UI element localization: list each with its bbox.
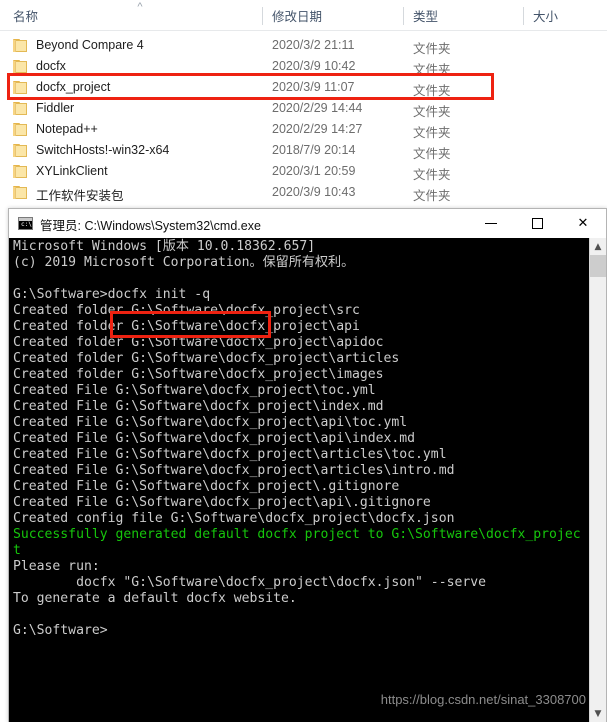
column-header-size-label: 大小 xyxy=(533,10,559,24)
minimize-button[interactable] xyxy=(468,209,514,238)
file-date: 2020/2/29 14:27 xyxy=(272,122,363,136)
console-titlebar[interactable]: c:\ 管理员: C:\Windows\System32\cmd.exe ✕ xyxy=(9,209,606,239)
file-name: SwitchHosts!-win32-x64 xyxy=(36,143,170,157)
close-button[interactable]: ✕ xyxy=(560,209,606,238)
sort-ascending-icon[interactable]: ^ xyxy=(133,2,147,12)
file-name: docfx_project xyxy=(36,80,111,94)
folder-icon xyxy=(13,186,28,199)
folder-icon xyxy=(13,60,28,73)
console-scrollbar[interactable]: ▲ ▼ xyxy=(589,238,606,722)
folder-icon xyxy=(13,123,28,136)
column-header-name-label: 名称 xyxy=(13,10,39,24)
table-row[interactable]: Beyond Compare 4 2020/3/2 21:11 文件夹 xyxy=(0,36,607,57)
column-header-date[interactable]: 修改日期 xyxy=(272,0,322,31)
file-type: 文件夹 xyxy=(413,147,451,161)
file-date: 2018/7/9 20:14 xyxy=(272,143,356,157)
file-type: 文件夹 xyxy=(413,42,451,56)
scroll-down-icon[interactable]: ▼ xyxy=(590,705,606,722)
file-name: XYLinkClient xyxy=(36,164,108,178)
console-output-before: Microsoft Windows [版本 10.0.18362.657] (c… xyxy=(13,239,455,526)
scrollbar-thumb[interactable] xyxy=(590,255,606,277)
cmd-console-window: c:\ 管理员: C:\Windows\System32\cmd.exe ✕ M… xyxy=(8,208,607,722)
folder-icon xyxy=(13,102,28,115)
file-date: 2020/3/1 20:59 xyxy=(272,164,356,178)
column-header-date-label: 修改日期 xyxy=(272,10,323,24)
table-row[interactable]: XYLinkClient 2020/3/1 20:59 文件夹 xyxy=(0,162,607,183)
table-row[interactable]: docfx 2020/3/9 10:42 文件夹 xyxy=(0,57,607,78)
file-date: 2020/2/29 14:44 xyxy=(272,101,363,115)
folder-icon xyxy=(13,81,28,94)
file-date: 2020/3/9 10:43 xyxy=(272,185,356,199)
console-window-title: 管理员: C:\Windows\System32\cmd.exe xyxy=(40,219,261,233)
table-row[interactable]: Notepad++ 2020/2/29 14:27 文件夹 xyxy=(0,120,607,141)
folder-icon xyxy=(13,165,28,178)
folder-icon xyxy=(13,144,28,157)
file-name: Fiddler xyxy=(36,101,75,115)
file-explorer-pane: 名称 ^ 修改日期 类型 大小 Beyond Compare 4 2020/3/… xyxy=(0,0,607,208)
file-name: Notepad++ xyxy=(36,122,98,136)
table-row[interactable]: 工作软件安装包 2020/3/9 10:43 文件夹 xyxy=(0,183,607,204)
console-output-text: Microsoft Windows [版本 10.0.18362.657] (c… xyxy=(13,239,581,639)
file-name: docfx xyxy=(36,59,66,73)
file-date: 2020/3/9 11:07 xyxy=(272,80,355,94)
console-output-area[interactable]: Microsoft Windows [版本 10.0.18362.657] (c… xyxy=(9,238,606,722)
file-type: 文件夹 xyxy=(413,189,451,203)
file-type: 文件夹 xyxy=(413,168,451,182)
header-divider xyxy=(0,30,607,31)
file-name: 工作软件安装包 xyxy=(36,189,124,203)
folder-icon xyxy=(13,39,28,52)
table-row-docfx-project[interactable]: docfx_project 2020/3/9 11:07 文件夹 xyxy=(0,78,607,99)
file-name: Beyond Compare 4 xyxy=(36,38,144,52)
column-divider-1[interactable] xyxy=(262,7,263,25)
file-date: 2020/3/9 10:42 xyxy=(272,59,356,73)
cmd-icon: c:\ xyxy=(18,217,33,230)
watermark-text: https://blog.csdn.net/sinat_3308700 xyxy=(380,692,586,707)
file-type: 文件夹 xyxy=(413,105,451,119)
column-divider-2[interactable] xyxy=(403,7,404,25)
column-divider-3[interactable] xyxy=(523,7,524,25)
column-header-type-label: 类型 xyxy=(413,10,439,24)
file-type: 文件夹 xyxy=(413,63,451,77)
scroll-up-icon[interactable]: ▲ xyxy=(590,238,606,255)
console-output-after: Please run: docfx "G:\Software\docfx_pro… xyxy=(13,559,486,638)
table-row[interactable]: Fiddler 2020/2/29 14:44 文件夹 xyxy=(0,99,607,120)
console-output-success: Successfully generated default docfx pro… xyxy=(13,527,581,558)
column-header-type[interactable]: 类型 xyxy=(413,0,438,31)
column-header-size[interactable]: 大小 xyxy=(533,0,558,31)
file-type: 文件夹 xyxy=(413,84,451,98)
maximize-button[interactable] xyxy=(514,209,560,238)
minimize-icon xyxy=(485,223,497,224)
maximize-icon xyxy=(531,218,543,229)
file-type: 文件夹 xyxy=(413,126,451,140)
file-date: 2020/3/2 21:11 xyxy=(272,38,355,52)
table-row[interactable]: SwitchHosts!-win32-x64 2018/7/9 20:14 文件… xyxy=(0,141,607,162)
column-header-name[interactable]: 名称 xyxy=(13,0,38,31)
